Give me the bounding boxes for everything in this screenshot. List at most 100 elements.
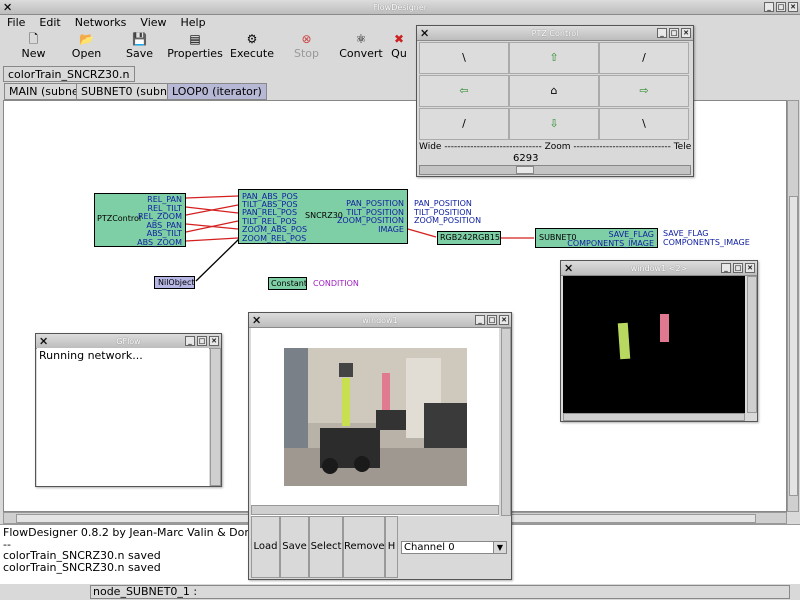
load-button[interactable]: Load (251, 516, 280, 578)
blob-green (617, 322, 631, 360)
port-save-flag[interactable]: SAVE_FLAG (609, 230, 655, 239)
horizontal-scrollbar[interactable] (563, 413, 745, 421)
h-button[interactable]: H (385, 516, 398, 578)
out-label-zoom-position: ZOOM_POSITION (414, 216, 482, 225)
status-bar: node_SUBNET0_1 : (0, 584, 800, 600)
chevron-down-icon[interactable]: ▼ (493, 542, 506, 553)
port-abs-zoom[interactable]: ABS_ZOOM (137, 238, 182, 247)
port-zoom-abs-pos[interactable]: ZOOM_ABS_POS (242, 225, 307, 234)
convert-icon: ⚛ (355, 32, 367, 46)
ptz-up-right-button[interactable]: / (599, 42, 689, 74)
close-icon[interactable]: ✕ (209, 336, 219, 346)
maximize-icon[interactable]: □ (197, 336, 207, 346)
quit-button[interactable]: ✖ Qu (389, 31, 409, 63)
main-titlebar: ✕ FlowDesigner _ □ ✕ (0, 0, 800, 15)
port-rel-pan[interactable]: REL_PAN (147, 195, 182, 204)
zoom-slider[interactable] (419, 165, 691, 175)
menu-edit[interactable]: Edit (32, 15, 67, 30)
zoom-slider-thumb[interactable] (516, 166, 534, 174)
select-button[interactable]: Select (309, 516, 343, 578)
menu-file[interactable]: File (0, 15, 32, 30)
maximize-icon[interactable]: □ (487, 315, 497, 325)
gflow-text: Running network... (37, 348, 209, 486)
properties-icon: ▤ (189, 32, 201, 46)
x-app-icon[interactable]: ✕ (420, 27, 429, 40)
save-button[interactable]: 💾 Save (113, 31, 166, 63)
floppy-icon: 💾 (132, 32, 147, 46)
open-folder-icon: 📂 (79, 32, 94, 46)
ptz-home-button[interactable]: ⌂ (509, 75, 599, 107)
port-pan-rel-pos[interactable]: PAN_REL_POS (242, 208, 297, 217)
channel-select[interactable]: Channel 0 ▼ (401, 541, 507, 554)
properties-button[interactable]: ▤ Properties (166, 31, 224, 63)
minimize-icon[interactable]: _ (185, 336, 195, 346)
new-button[interactable]: 🗋 New (7, 31, 60, 63)
out-label-pan-position: PAN_POSITION (414, 199, 472, 208)
node-ptzcontrol[interactable]: PTZControl REL_PAN REL_TILT REL_ZOOM ABS… (94, 193, 186, 247)
zoom-label: Wide ------------------------------ Zoom… (419, 142, 691, 152)
vertical-scrollbar[interactable] (210, 348, 221, 486)
maximize-icon[interactable]: □ (776, 2, 786, 12)
window1-2-titlebar: ✕ window1 <2> _ □ ✕ (561, 261, 757, 276)
close-icon[interactable]: ✕ (681, 28, 691, 38)
node-nilobject[interactable]: NilObject (154, 276, 195, 289)
vertical-scroll-thumb[interactable] (789, 196, 798, 496)
execute-button[interactable]: ⚙ Execute (224, 31, 280, 63)
doc-tab[interactable]: colorTrain_SNCRZ30.n (3, 66, 135, 82)
convert-button[interactable]: ⚛ Convert (333, 31, 389, 63)
maximize-icon[interactable]: □ (669, 28, 679, 38)
port-image[interactable]: IMAGE (378, 225, 404, 234)
close-icon[interactable]: ✕ (745, 263, 755, 273)
x-app-icon[interactable]: ✕ (564, 262, 573, 275)
x-app-icon[interactable]: ✕ (3, 1, 12, 14)
port-zoom-rel-pos[interactable]: ZOOM_REL_POS (242, 234, 306, 243)
port-components-image[interactable]: COMPONENTS_IMAGE (567, 239, 654, 248)
node-constant[interactable]: Constant (268, 277, 307, 290)
ptz-down-right-button[interactable]: \ (599, 108, 689, 140)
open-button[interactable]: 📂 Open (60, 31, 113, 63)
stop-button[interactable]: ⊗ Stop (280, 31, 333, 63)
ptz-down-left-button[interactable]: / (419, 108, 509, 140)
maximize-icon[interactable]: □ (733, 263, 743, 273)
ptz-right-button[interactable]: ⇨ (599, 75, 689, 107)
horizontal-scrollbar[interactable] (251, 505, 499, 515)
vertical-scrollbar[interactable] (787, 100, 799, 512)
window-title: FlowDesigner (372, 3, 428, 12)
gflow-titlebar: ✕ GFlow _ □ ✕ (36, 334, 221, 349)
vertical-scrollbar[interactable] (747, 276, 757, 413)
remove-button[interactable]: Remove (343, 516, 385, 578)
minimize-icon[interactable]: _ (721, 263, 731, 273)
gflow-window: ✕ GFlow _ □ ✕ Running network... (35, 333, 222, 487)
node-subnet0[interactable]: SUBNET0 SAVE_FLAG COMPONENTS_IMAGE (535, 228, 658, 248)
save-image-button[interactable]: Save (280, 516, 309, 578)
close-icon[interactable]: ✕ (499, 315, 509, 325)
menu-help[interactable]: Help (174, 15, 213, 30)
node-rgb242rgb15[interactable]: RGB242RGB15 (437, 231, 501, 245)
ptz-down-button[interactable]: ⇩ (509, 108, 599, 140)
tab-loop0[interactable]: LOOP0 (iterator) (167, 83, 267, 100)
port-zoom-position[interactable]: ZOOM_POSITION (337, 216, 404, 225)
x-app-icon[interactable]: ✕ (252, 314, 261, 327)
menu-networks[interactable]: Networks (68, 15, 134, 30)
ptz-up-button[interactable]: ⇧ (509, 42, 599, 74)
node-sncrz30[interactable]: PAN_ABS_POS TILT_ABS_POS PAN_REL_POS TIL… (238, 189, 408, 244)
camera-view (251, 328, 499, 516)
ptz-titlebar: ✕ PTZ Control _ □ ✕ (417, 26, 693, 41)
x-app-icon[interactable]: ✕ (39, 335, 48, 348)
ptz-control-window: ✕ PTZ Control _ □ ✕ \ ⇧ / ⇦ ⌂ ⇨ / ⇩ \ Wi… (416, 25, 694, 177)
minimize-icon[interactable]: _ (475, 315, 485, 325)
port-abs-tilt[interactable]: ABS_TILT (147, 229, 182, 238)
blob-pink (660, 314, 669, 342)
out-label-components-image: COMPONENTS_IMAGE (663, 238, 750, 247)
window1-2: ✕ window1 <2> _ □ ✕ (560, 260, 758, 422)
toolbar: 🗋 New 📂 Open 💾 Save ▤ Properties ⚙ Execute ⊗ S… (7, 31, 477, 63)
menu-view[interactable]: View (133, 15, 173, 30)
port-pan-position[interactable]: PAN_POSITION (346, 199, 404, 208)
minimize-icon[interactable]: _ (764, 2, 774, 12)
port-rel-zoom[interactable]: REL_ZOOM (138, 212, 182, 221)
ptz-up-left-button[interactable]: \ (419, 42, 509, 74)
ptz-left-button[interactable]: ⇦ (419, 75, 509, 107)
close-icon[interactable]: ✕ (788, 2, 798, 12)
vertical-scrollbar[interactable] (501, 328, 511, 516)
minimize-icon[interactable]: _ (657, 28, 667, 38)
